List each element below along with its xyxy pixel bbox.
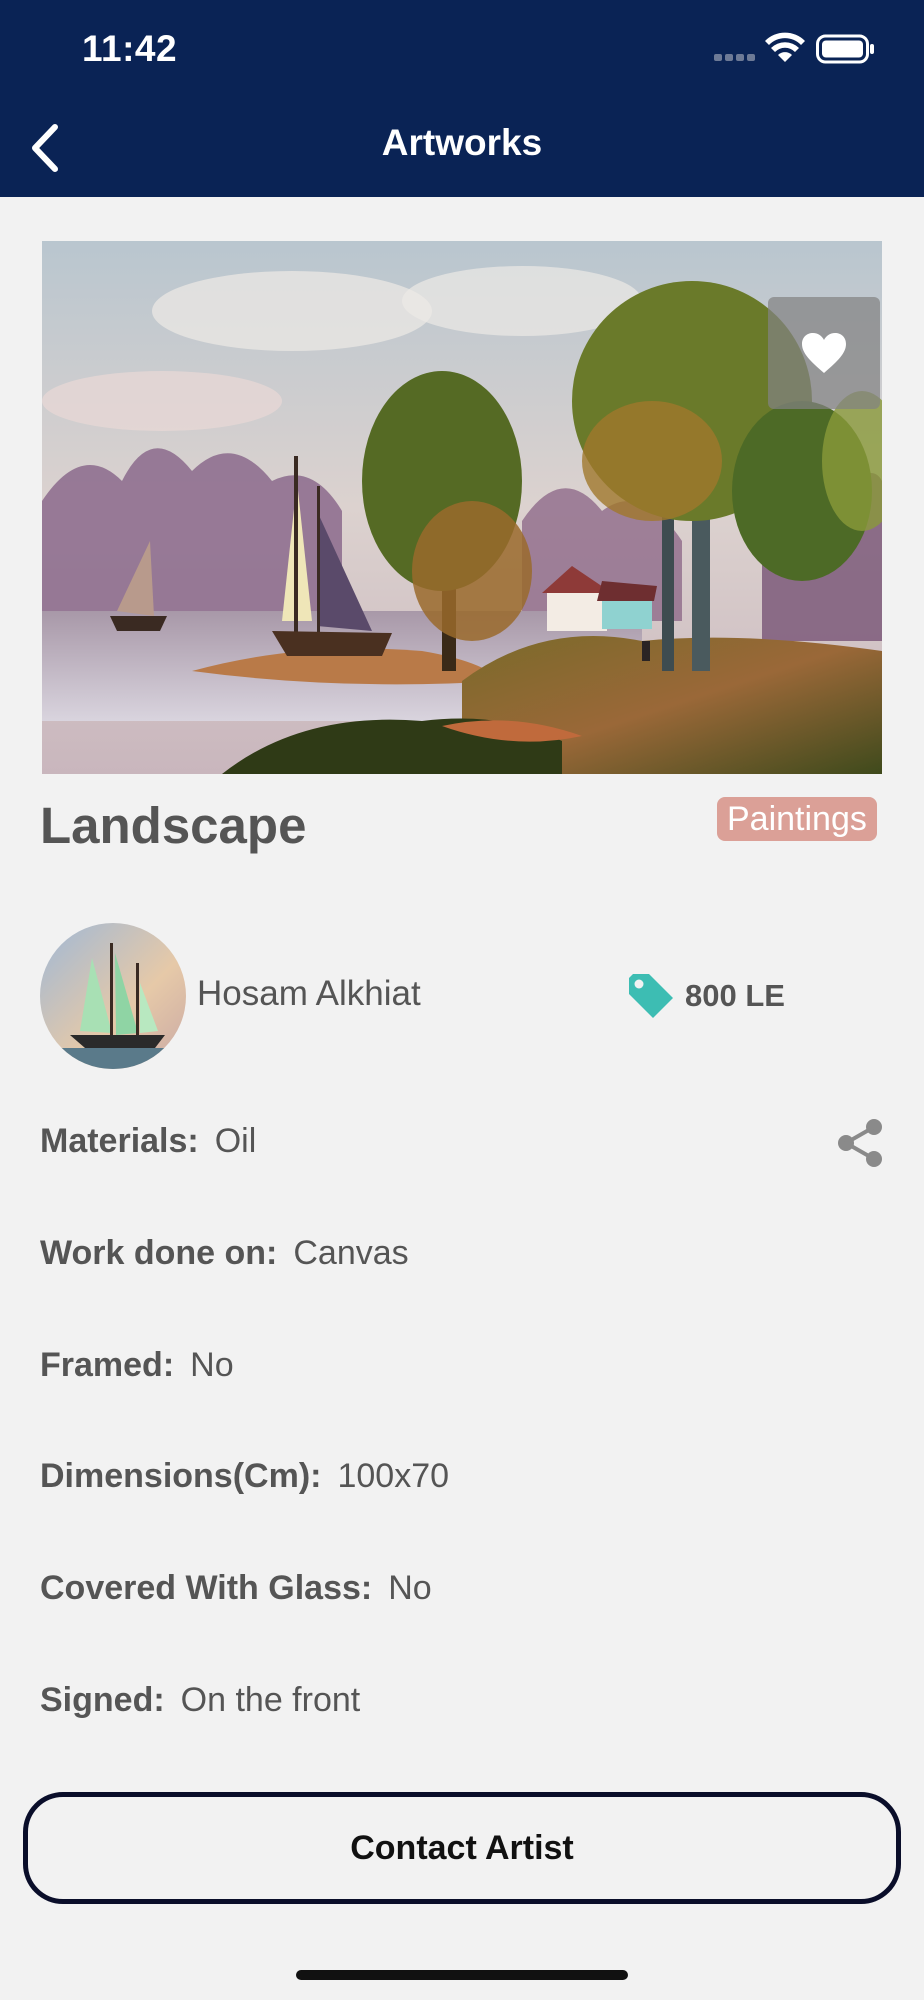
detail-materials: Materials: Oil <box>40 1122 256 1161</box>
detail-value: On the front <box>180 1681 361 1719</box>
detail-framed: Framed: No <box>40 1346 234 1385</box>
artwork-title: Landscape <box>40 797 307 854</box>
artist-name[interactable]: Hosam Alkhiat <box>197 974 421 1014</box>
heart-icon <box>802 333 846 373</box>
contact-artist-button[interactable]: Contact Artist <box>23 1792 901 1904</box>
artwork-image[interactable] <box>42 241 882 774</box>
detail-signed: Signed: On the front <box>40 1681 360 1720</box>
category-badge[interactable]: Paintings <box>717 797 877 841</box>
tag-icon <box>629 974 673 1018</box>
detail-value: Oil <box>214 1122 257 1160</box>
detail-label: Signed: <box>40 1681 165 1719</box>
detail-value: 100x70 <box>337 1457 450 1495</box>
app-header: 11:42 Artworks <box>0 0 924 197</box>
detail-value: Canvas <box>293 1234 409 1272</box>
status-time: 11:42 <box>82 28 178 69</box>
detail-value: No <box>190 1346 234 1384</box>
detail-label: Dimensions(Cm): <box>40 1457 322 1495</box>
detail-covered-with-glass: Covered With Glass: No <box>40 1569 432 1608</box>
page-title: Artworks <box>381 122 543 163</box>
artwork-price: 800 LE <box>685 978 785 1013</box>
detail-label: Work done on: <box>40 1234 278 1272</box>
detail-label: Framed: <box>40 1346 175 1384</box>
artist-avatar[interactable] <box>40 923 186 1069</box>
home-indicator[interactable] <box>296 1970 628 1980</box>
cellular-signal-icon <box>714 54 756 62</box>
favorite-button[interactable] <box>768 297 880 409</box>
share-icon[interactable] <box>836 1118 884 1168</box>
battery-icon <box>816 34 874 64</box>
detail-dimensions: Dimensions(Cm): 100x70 <box>40 1457 449 1496</box>
detail-value: No <box>388 1569 432 1607</box>
detail-label: Covered With Glass: <box>40 1569 373 1607</box>
detail-label: Materials: <box>40 1122 199 1160</box>
wifi-icon <box>765 32 805 62</box>
detail-work-done-on: Work done on: Canvas <box>40 1234 409 1273</box>
